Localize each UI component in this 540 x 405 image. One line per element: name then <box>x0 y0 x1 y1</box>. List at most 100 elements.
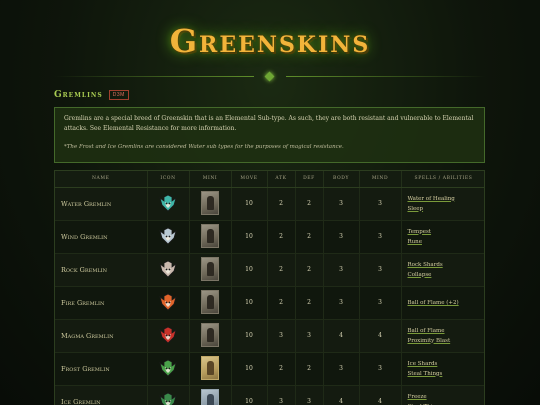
stat-body: 3 <box>323 253 360 287</box>
spell-link[interactable]: Collapse <box>408 270 432 280</box>
icon-cell <box>147 187 190 221</box>
stat-body: 3 <box>323 187 360 221</box>
stat-atk: 2 <box>267 220 296 254</box>
gremlin-name[interactable]: Magma Gremlin <box>55 319 148 353</box>
gremlin-name[interactable]: Wind Gremlin <box>55 220 148 254</box>
miniature-image[interactable] <box>201 289 219 314</box>
spells-cell: Ball of Flame (+2) <box>401 286 484 320</box>
gremlin-name[interactable]: Water Gremlin <box>55 187 148 221</box>
frost-gremlin-icon[interactable] <box>159 359 177 377</box>
icon-cell <box>147 253 190 287</box>
column-header-def[interactable]: Def <box>295 171 324 188</box>
miniature-image[interactable] <box>201 388 219 405</box>
stat-def: 3 <box>295 319 324 353</box>
stat-def: 2 <box>295 187 324 221</box>
spell-link[interactable]: Steal Things <box>408 402 443 405</box>
site-logo[interactable]: Greenskins <box>170 22 371 60</box>
gremlin-name[interactable]: Ice Gremlin <box>55 385 148 405</box>
water-gremlin-icon[interactable] <box>159 194 177 212</box>
miniature-image[interactable] <box>201 256 219 281</box>
fire-gremlin-icon[interactable] <box>159 293 177 311</box>
section-title: Gremlins <box>54 90 103 100</box>
stat-atk: 2 <box>267 253 296 287</box>
icon-cell <box>147 352 190 386</box>
stat-mind: 3 <box>359 352 402 386</box>
spells-cell: FreezeSteal Things <box>401 385 484 405</box>
magma-gremlin-icon[interactable] <box>159 326 177 344</box>
stat-body: 4 <box>323 319 360 353</box>
miniature-image[interactable] <box>201 322 219 347</box>
column-header-atk[interactable]: Atk <box>267 171 296 188</box>
rock-gremlin-icon[interactable] <box>159 260 177 278</box>
stat-mind: 3 <box>359 286 402 320</box>
stat-move: 10 <box>231 286 268 320</box>
column-header-spells[interactable]: Spells / Abilities <box>401 171 484 188</box>
icon-cell <box>147 385 190 405</box>
spell-link[interactable]: Rune <box>408 237 422 247</box>
stat-move: 10 <box>231 220 268 254</box>
column-header-icon[interactable]: Icon <box>147 171 190 188</box>
spells-cell: Ball of Flame Proximity Blast <box>401 319 484 353</box>
stat-atk: 3 <box>267 319 296 353</box>
stat-def: 2 <box>295 220 324 254</box>
section-header: Gremlins D3M <box>54 90 129 100</box>
spell-link[interactable]: Ball of Flame (+2) <box>408 298 459 308</box>
stat-body: 3 <box>323 286 360 320</box>
header-divider <box>54 71 486 82</box>
section-badge[interactable]: D3M <box>108 90 129 100</box>
stat-def: 3 <box>295 385 324 405</box>
stat-def: 2 <box>295 352 324 386</box>
miniature-image[interactable] <box>201 223 219 248</box>
miniature-image[interactable] <box>201 190 219 215</box>
spell-link[interactable]: Steal Things <box>408 369 443 379</box>
column-header-move[interactable]: Move <box>231 171 268 188</box>
stat-atk: 2 <box>267 286 296 320</box>
spell-link[interactable]: Tempest <box>408 227 432 237</box>
spell-link[interactable]: Ice Shards <box>408 359 438 369</box>
spell-link[interactable]: Sleep <box>408 204 424 214</box>
mini-cell <box>189 187 232 221</box>
wind-gremlin-icon[interactable] <box>159 227 177 245</box>
divider-line-left <box>54 76 254 77</box>
column-header-name[interactable]: Name <box>55 171 148 188</box>
stat-move: 10 <box>231 352 268 386</box>
stat-move: 10 <box>231 385 268 405</box>
ice-gremlin-icon[interactable] <box>159 392 177 405</box>
spell-link[interactable]: Freeze <box>408 392 427 402</box>
stat-def: 2 <box>295 253 324 287</box>
table-row: Ice Gremlin 103344FreezeSteal Things <box>55 385 484 405</box>
divider-line-right <box>286 76 486 77</box>
mini-cell <box>189 253 232 287</box>
stat-mind: 3 <box>359 253 402 287</box>
mini-cell <box>189 385 232 405</box>
gremlin-name[interactable]: Rock Gremlin <box>55 253 148 287</box>
spells-cell: Water of Healing Sleep <box>401 187 484 221</box>
stat-body: 4 <box>323 385 360 405</box>
stat-move: 10 <box>231 253 268 287</box>
stat-atk: 2 <box>267 352 296 386</box>
miniature-image[interactable] <box>201 355 219 380</box>
gremlin-name[interactable]: Fire Gremlin <box>55 286 148 320</box>
icon-cell <box>147 220 190 254</box>
icon-cell <box>147 319 190 353</box>
column-header-body[interactable]: Body <box>323 171 360 188</box>
stat-move: 10 <box>231 319 268 353</box>
gremlin-name[interactable]: Frost Gremlin <box>55 352 148 386</box>
stat-mind: 3 <box>359 220 402 254</box>
spell-link[interactable]: Rock Shards <box>408 260 443 270</box>
stat-mind: 4 <box>359 319 402 353</box>
column-header-mind[interactable]: Mind <box>359 171 402 188</box>
stat-atk: 3 <box>267 385 296 405</box>
stat-atk: 2 <box>267 187 296 221</box>
section-note: *The Frost and Ice Gremlins are consider… <box>64 144 344 150</box>
icon-cell <box>147 286 190 320</box>
spell-link[interactable]: Ball of Flame <box>408 326 445 336</box>
spell-link[interactable]: Water of Healing <box>408 194 455 204</box>
stat-move: 10 <box>231 187 268 221</box>
stat-mind: 4 <box>359 385 402 405</box>
column-header-mini[interactable]: Mini <box>189 171 232 188</box>
mini-cell <box>189 286 232 320</box>
spell-link[interactable]: Proximity Blast <box>408 336 451 346</box>
table-row: Water Gremlin 10 2 2 3 3 Water of Healing Slee… <box>55 187 484 221</box>
mini-cell <box>189 319 232 353</box>
